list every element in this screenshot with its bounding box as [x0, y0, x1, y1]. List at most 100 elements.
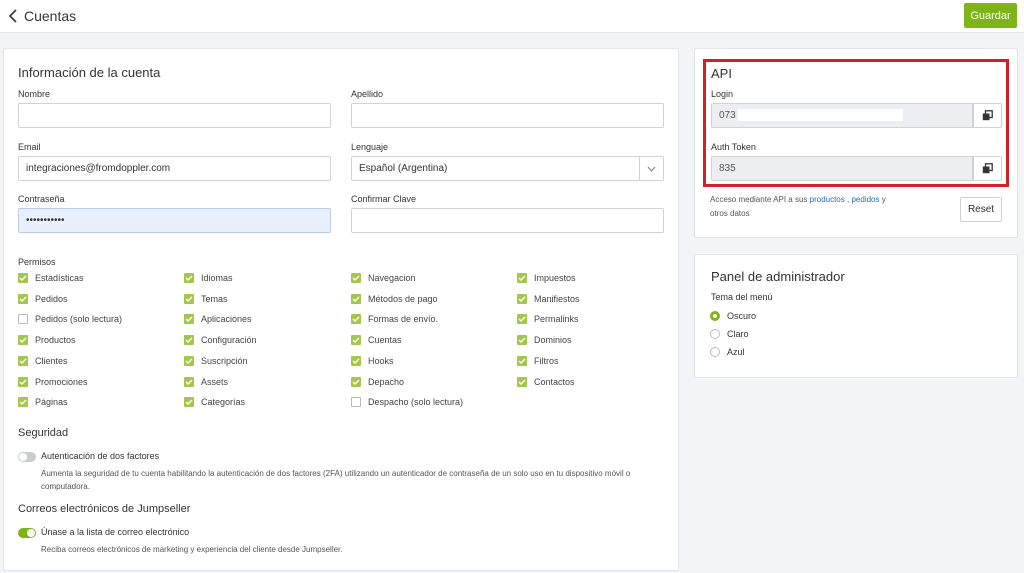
permission-item[interactable]: Promociones	[18, 376, 88, 387]
permission-item[interactable]: Cuentas	[351, 335, 402, 346]
permission-item[interactable]: Idiomas	[184, 273, 233, 283]
permission-item[interactable]: Productos	[18, 335, 76, 346]
reset-button[interactable]: Reset	[960, 197, 1002, 222]
permission-item[interactable]: Contactos	[517, 376, 575, 387]
nombre-input[interactable]	[18, 103, 331, 128]
permission-checkbox[interactable]	[18, 376, 28, 387]
permission-item[interactable]: Aplicaciones	[184, 314, 252, 325]
permission-item[interactable]: Despacho (solo lectura)	[351, 397, 463, 408]
permission-checkbox[interactable]	[18, 293, 28, 304]
permission-checkbox[interactable]	[517, 335, 527, 346]
permission-item[interactable]: Temas	[184, 293, 228, 304]
checkmark-icon	[352, 296, 360, 302]
checkmark-icon	[518, 275, 526, 281]
permission-checkbox[interactable]	[351, 314, 361, 325]
permission-item[interactable]: Pedidos (solo lectura)	[18, 314, 122, 325]
password-input[interactable]: •••••••••••	[18, 208, 331, 233]
confirm-password-label: Confirmar Clave	[351, 194, 417, 204]
permission-item[interactable]: Clientes	[18, 355, 68, 366]
permission-item[interactable]: Filtros	[517, 355, 559, 366]
twofa-description-line-1: Aumenta la seguridad de tu cuenta habili…	[41, 469, 631, 478]
email-input[interactable]: integraciones@fromdoppler.com	[18, 156, 331, 181]
back-link[interactable]: Cuentas	[8, 8, 76, 24]
copy-token-button[interactable]	[973, 156, 1002, 181]
permission-item[interactable]: Permalinks	[517, 314, 579, 325]
permission-item[interactable]: Configuración	[184, 335, 257, 346]
permission-item[interactable]: Assets	[184, 376, 228, 387]
auth-token-input[interactable]: 835	[711, 156, 973, 198]
permission-checkbox[interactable]	[517, 355, 527, 366]
api-note: Acceso mediante API a sus productos , pe…	[710, 193, 910, 221]
menu-theme-label: Tema del menú	[711, 292, 773, 302]
checkmark-icon	[185, 337, 193, 344]
menu-theme-option[interactable]: Oscuro	[710, 311, 756, 321]
productos-link[interactable]: productos	[810, 195, 845, 204]
checkmark-icon	[518, 316, 526, 323]
permission-checkbox[interactable]	[351, 273, 361, 283]
permission-item[interactable]: Pedidos	[18, 293, 68, 304]
permission-checkbox[interactable]	[351, 335, 361, 346]
permission-checkbox[interactable]	[184, 355, 194, 366]
account-section-title: Información de la cuenta	[18, 65, 161, 80]
permission-label: Hooks	[368, 355, 394, 366]
pedidos-link[interactable]: pedidos	[851, 195, 879, 204]
permission-label: Navegacion	[368, 273, 416, 283]
checkmark-icon	[185, 358, 193, 364]
radio-label: Azul	[727, 347, 745, 357]
copy-login-button[interactable]	[973, 103, 1002, 128]
lenguaje-select[interactable]: Español (Argentina)	[351, 156, 664, 181]
twofa-toggle[interactable]	[18, 452, 36, 462]
menu-theme-option[interactable]: Azul	[710, 347, 745, 357]
permission-checkbox[interactable]	[18, 397, 28, 408]
permission-item[interactable]: Depacho	[351, 376, 404, 387]
permission-checkbox[interactable]	[18, 273, 28, 283]
radio-button[interactable]	[710, 311, 720, 321]
permission-item[interactable]: Navegacion	[351, 273, 416, 283]
permission-checkbox[interactable]	[184, 293, 194, 304]
permission-checkbox[interactable]	[517, 314, 527, 325]
permission-checkbox[interactable]	[18, 314, 28, 325]
permission-checkbox[interactable]	[184, 273, 194, 283]
permission-item[interactable]: Impuestos	[517, 273, 576, 283]
permission-checkbox[interactable]	[351, 397, 361, 408]
permission-checkbox[interactable]	[18, 355, 28, 366]
twofa-label: Autenticación de dos factores	[41, 451, 160, 461]
permissions-title: Permisos	[18, 257, 56, 267]
permission-checkbox[interactable]	[517, 293, 527, 304]
permission-checkbox[interactable]	[351, 293, 361, 304]
permission-item[interactable]: Dominios	[517, 335, 572, 346]
radio-button[interactable]	[710, 347, 720, 357]
permission-checkbox[interactable]	[517, 273, 527, 283]
checkmark-icon	[19, 275, 27, 281]
permission-checkbox[interactable]	[351, 376, 361, 387]
permission-checkbox[interactable]	[517, 376, 527, 387]
login-input[interactable]: 073	[711, 103, 973, 128]
radio-button[interactable]	[710, 329, 720, 339]
permission-item[interactable]: Estadísticas	[18, 273, 84, 283]
menu-theme-option[interactable]: Claro	[710, 329, 749, 339]
permission-checkbox[interactable]	[18, 335, 28, 346]
save-button[interactable]: Guardar	[964, 3, 1017, 28]
permission-label: Productos	[35, 335, 76, 346]
api-note-separator: ,	[847, 195, 850, 204]
subscribe-toggle[interactable]	[18, 528, 36, 538]
permission-item[interactable]: Categorías	[184, 397, 245, 408]
permission-item[interactable]: Manifiestos	[517, 293, 580, 304]
permission-item[interactable]: Métodos de pago	[351, 293, 438, 304]
apellido-input[interactable]	[351, 103, 664, 128]
permission-item[interactable]: Suscripción	[184, 355, 248, 366]
permission-checkbox[interactable]	[184, 335, 194, 346]
api-note-prefix: Acceso mediante API a sus	[710, 195, 808, 204]
permission-checkbox[interactable]	[184, 314, 194, 325]
chevron-down-icon	[647, 166, 656, 172]
checkmark-icon	[185, 399, 193, 406]
subscribe-label: Únase a la lista de correo electrónico	[41, 527, 190, 537]
checkmark-icon	[19, 399, 27, 406]
permission-item[interactable]: Formas de envío.	[351, 314, 438, 325]
permission-item[interactable]: Páginas	[18, 397, 68, 408]
permission-item[interactable]: Hooks	[351, 355, 394, 366]
permission-checkbox[interactable]	[184, 397, 194, 408]
permission-checkbox[interactable]	[351, 355, 361, 366]
confirm-password-input[interactable]	[351, 208, 664, 233]
permission-checkbox[interactable]	[184, 376, 194, 387]
